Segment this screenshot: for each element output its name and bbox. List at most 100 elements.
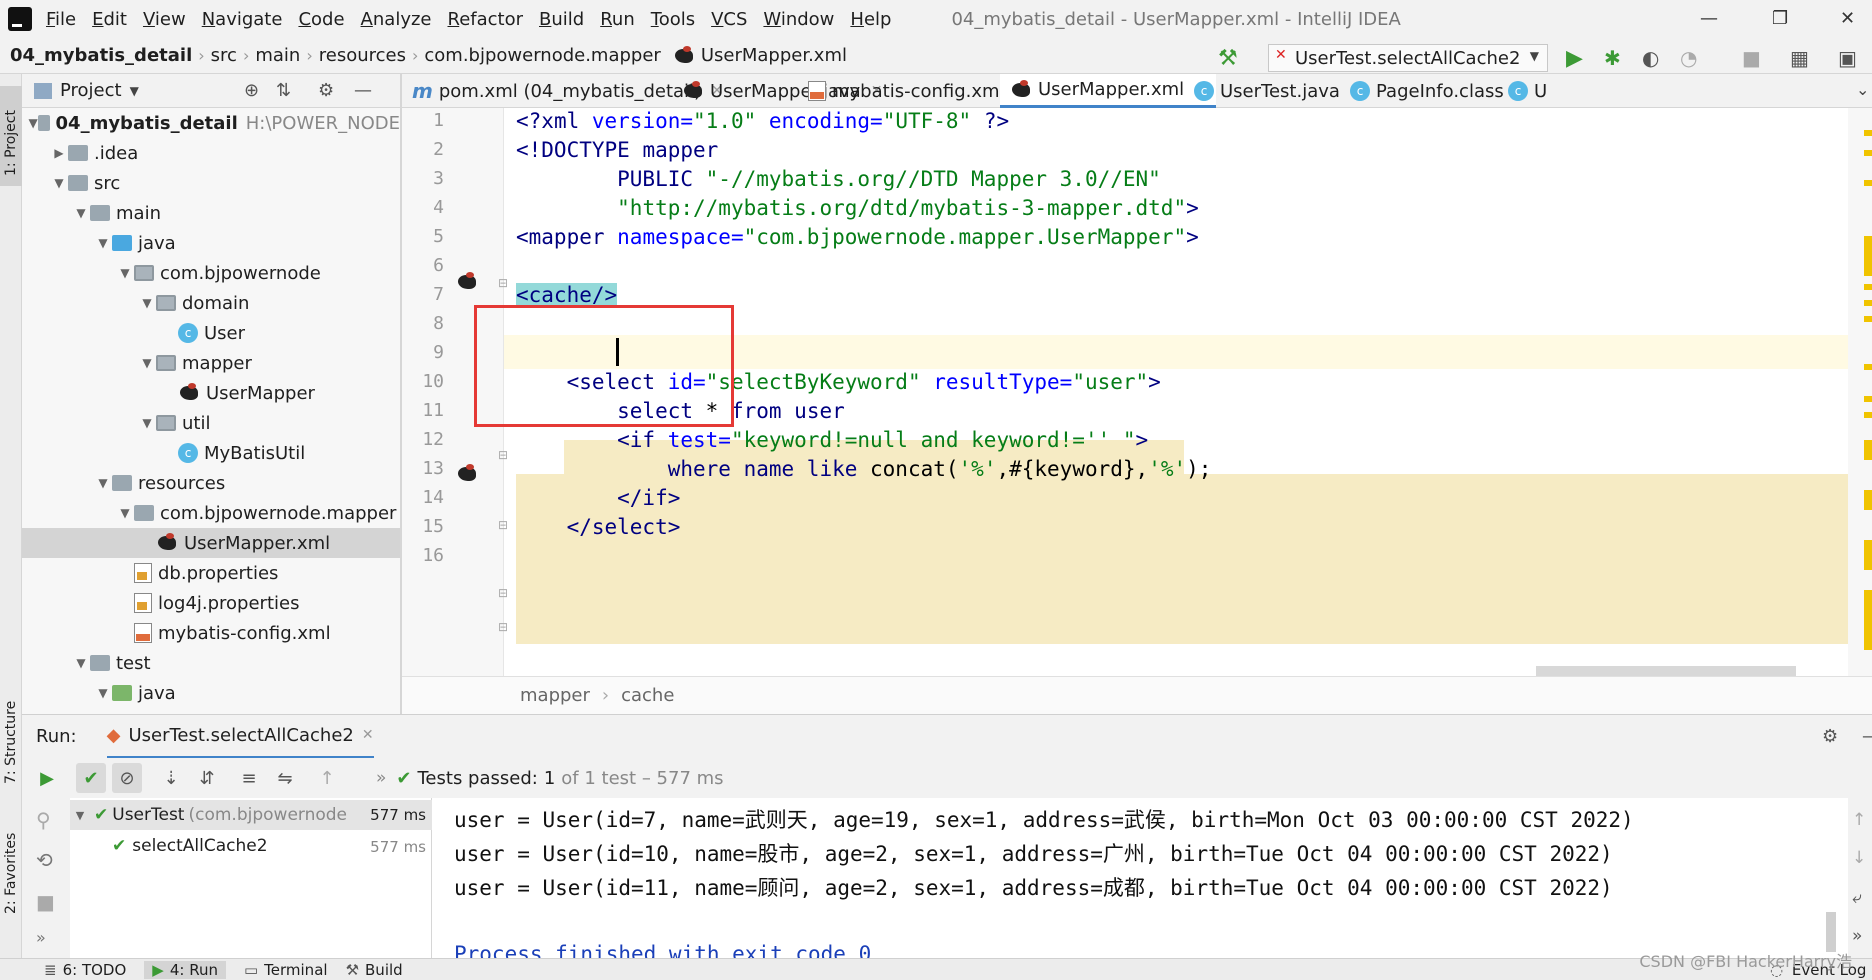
mybatis-gutter-icon[interactable]	[456, 272, 478, 292]
hide-panel-icon[interactable]: —	[354, 80, 372, 101]
close-window-button[interactable]: ✕	[1840, 8, 1855, 29]
menu-navigate[interactable]: Navigate	[202, 9, 283, 30]
expand-all-icon[interactable]: ≡	[234, 763, 264, 793]
menu-view[interactable]: View	[143, 9, 186, 30]
menu-code[interactable]: Code	[298, 9, 344, 30]
test-case-row[interactable]: ✔ selectAllCache2 577 ms	[70, 832, 432, 860]
tree-item[interactable]: ▼ com.bjpowernode.mapper	[22, 498, 400, 528]
menu-file[interactable]: File	[46, 9, 76, 30]
more-icon[interactable]: »	[36, 928, 46, 947]
tree-item[interactable]: ▶ .idea	[22, 138, 400, 168]
sort-duration-icon[interactable]: ⇵	[192, 763, 222, 793]
rerun-icon[interactable]: ▶	[32, 763, 62, 793]
collapse-all-icon[interactable]: ⇋	[270, 763, 300, 793]
soft-wrap-icon[interactable]: ⤶	[1852, 888, 1862, 908]
chevron-down-icon[interactable]: ▼	[94, 686, 112, 700]
menu-edit[interactable]: Edit	[92, 9, 127, 30]
console-scrollbar[interactable]	[1826, 912, 1836, 952]
breadcrumb-mapper[interactable]: mapper	[520, 685, 590, 706]
arrow-down-icon[interactable]: ↓	[1852, 848, 1866, 868]
menu-refactor[interactable]: Refactor	[448, 9, 524, 30]
more-icon[interactable]: »	[376, 768, 386, 788]
fold-icon[interactable]: ⊟	[498, 448, 508, 462]
test-suite-row[interactable]: ▼ ✔ UserTest (com.bjpowernode 577 ms	[70, 800, 432, 830]
menu-help[interactable]: Help	[850, 9, 891, 30]
warning-marker[interactable]	[1864, 180, 1872, 186]
tab-list-chevron-icon[interactable]: ⌄	[1856, 80, 1869, 99]
breadcrumb-package[interactable]: com.bjpowernode.mapper	[418, 45, 666, 66]
more-icon[interactable]: »	[1852, 926, 1862, 946]
locate-target-icon[interactable]: ⊕	[244, 80, 259, 101]
stop-icon[interactable]: ■	[36, 890, 55, 914]
chevron-down-icon[interactable]: ▼	[50, 176, 68, 190]
menu-analyze[interactable]: Analyze	[361, 9, 432, 30]
gear-icon[interactable]: ⚙	[1822, 726, 1838, 747]
tree-item[interactable]: log4j.properties	[22, 588, 400, 618]
tree-item[interactable]: ▼ domain	[22, 288, 400, 318]
tree-item[interactable]: ▼ java	[22, 678, 400, 708]
fold-icon[interactable]: ⊟	[498, 276, 508, 290]
chevron-down-icon[interactable]: ▼	[138, 416, 156, 430]
build-hammer-icon[interactable]: ⚒	[1218, 46, 1240, 71]
warning-marker[interactable]	[1864, 316, 1872, 322]
close-tab-icon[interactable]: ✕	[362, 727, 374, 743]
tree-item[interactable]: ▼ java	[22, 228, 400, 258]
chevron-down-icon[interactable]: ▼	[116, 506, 134, 520]
minimize-button[interactable]: —	[1700, 8, 1718, 29]
tree-item[interactable]: c User	[22, 318, 400, 348]
warning-marker[interactable]	[1864, 396, 1872, 402]
warning-marker[interactable]	[1864, 590, 1872, 650]
tree-item[interactable]: mybatis-config.xml	[22, 618, 400, 648]
fold-icon[interactable]: ⊟	[498, 620, 508, 634]
tree-item[interactable]: ▼ src	[22, 168, 400, 198]
run-tool-tab[interactable]: ▶ 4: Run	[144, 960, 226, 979]
rerun-failed-icon[interactable]: ⟲	[36, 848, 53, 872]
chevron-down-icon[interactable]: ▼	[138, 296, 156, 310]
tree-item[interactable]: ▼ 04_mybatis_detail H:\POWER_NODE	[22, 108, 400, 138]
chevron-down-icon[interactable]: ▼	[72, 206, 90, 220]
tree-item[interactable]: ▼ test	[22, 648, 400, 678]
profile-icon[interactable]: ◔	[1680, 46, 1702, 70]
structure-tool-button[interactable]: 7: Structure	[0, 684, 22, 794]
warning-marker[interactable]	[1864, 412, 1872, 418]
warning-marker[interactable]	[1864, 440, 1872, 460]
gear-icon[interactable]: ⚙	[318, 80, 334, 101]
chevron-down-icon[interactable]: ▼	[138, 356, 156, 370]
tree-item[interactable]: UserMapper.xml	[22, 528, 400, 558]
project-panel-title[interactable]: Project	[60, 80, 122, 101]
tree-item[interactable]: db.properties	[22, 558, 400, 588]
warning-marker[interactable]	[1864, 300, 1872, 306]
warning-marker[interactable]	[1864, 540, 1872, 570]
warning-marker[interactable]	[1864, 364, 1872, 370]
previous-failed-icon[interactable]: ↑	[312, 763, 342, 793]
chevron-down-icon[interactable]: ▼	[28, 116, 38, 130]
menu-vcs[interactable]: VCS	[711, 9, 747, 30]
tab-u[interactable]: cU	[1498, 74, 1557, 108]
fold-icon[interactable]: ⊟	[498, 586, 508, 600]
warning-marker[interactable]	[1864, 236, 1872, 276]
menu-tools[interactable]: Tools	[651, 9, 695, 30]
chevron-right-icon[interactable]: ▶	[50, 146, 68, 160]
chevron-down-icon[interactable]: ▼	[94, 476, 112, 490]
console-output[interactable]: user = User(id=7, name=武则天, age=19, sex=…	[432, 798, 1848, 960]
show-passed-toggle-icon[interactable]: ✔	[76, 763, 106, 793]
collapse-all-icon[interactable]: ⇅	[276, 80, 291, 101]
debug-rerun-icon[interactable]: ⚲	[36, 808, 51, 832]
maximize-button[interactable]: ❐	[1772, 8, 1788, 29]
tree-item[interactable]: ▼ util	[22, 408, 400, 438]
tree-item[interactable]: ▼ main	[22, 198, 400, 228]
hide-panel-icon[interactable]: —	[1862, 726, 1872, 747]
show-ignored-toggle-icon[interactable]: ⊘	[112, 763, 142, 793]
menu-run[interactable]: Run	[600, 9, 635, 30]
tree-item[interactable]: ▼ resources	[22, 468, 400, 498]
tree-item[interactable]: c MyBatisUtil	[22, 438, 400, 468]
horizontal-scrollbar[interactable]	[1536, 666, 1796, 676]
tree-item[interactable]: ▼ com.bjpowernode	[22, 258, 400, 288]
stop-icon[interactable]: ■	[1742, 46, 1764, 70]
coverage-icon[interactable]: ◐	[1642, 46, 1664, 70]
tree-item[interactable]: ▼ mapper	[22, 348, 400, 378]
warning-marker[interactable]	[1864, 150, 1872, 156]
debug-icon[interactable]: ✱	[1604, 46, 1626, 70]
run-configuration-select[interactable]: ✕ UserTest.selectAllCache2 ▼	[1268, 44, 1548, 72]
arrow-up-icon[interactable]: ↑	[1852, 810, 1866, 830]
